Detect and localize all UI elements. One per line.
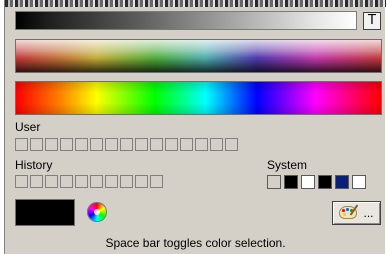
system-label: System (267, 158, 308, 172)
user-swatch[interactable] (210, 138, 223, 151)
status-hint-text: Space bar toggles color selection. (105, 236, 286, 250)
user-swatch[interactable] (30, 138, 43, 151)
grayscale-ramp[interactable] (15, 11, 357, 30)
user-swatch[interactable] (75, 138, 88, 151)
history-swatch[interactable] (150, 175, 163, 188)
history-swatch[interactable] (105, 175, 118, 188)
user-swatch[interactable] (15, 138, 28, 151)
user-label: User (15, 120, 41, 134)
history-swatch[interactable] (120, 175, 133, 188)
user-swatch[interactable] (165, 138, 178, 151)
system-swatch[interactable] (267, 175, 281, 189)
system-swatch[interactable] (284, 175, 298, 189)
system-swatch-row (267, 175, 366, 189)
history-swatch[interactable] (75, 175, 88, 188)
user-swatch[interactable] (45, 138, 58, 151)
user-swatch[interactable] (60, 138, 73, 151)
muted-spectrum-bar[interactable] (15, 39, 382, 73)
user-swatch[interactable] (150, 138, 163, 151)
user-swatch[interactable] (225, 138, 238, 151)
user-swatch-row (15, 138, 238, 151)
current-color-swatch[interactable] (15, 199, 75, 226)
history-swatch[interactable] (60, 175, 73, 188)
palette-ellipsis: ... (363, 206, 374, 220)
history-label: History (15, 158, 53, 172)
history-swatch[interactable] (135, 175, 148, 188)
palette-icon (339, 204, 361, 220)
user-swatch[interactable] (90, 138, 103, 151)
user-swatch[interactable] (120, 138, 133, 151)
color-wheel-icon[interactable] (87, 202, 107, 222)
system-swatch[interactable] (301, 175, 315, 189)
history-swatch[interactable] (90, 175, 103, 188)
history-swatch[interactable] (15, 175, 28, 188)
palette-button[interactable]: ... (332, 201, 381, 225)
top-pattern-strip (5, 0, 386, 7)
history-swatch-row (15, 175, 163, 188)
hue-spectrum-bar[interactable] (15, 81, 382, 115)
system-swatch[interactable] (335, 175, 349, 189)
system-swatch[interactable] (352, 175, 366, 189)
user-swatch[interactable] (135, 138, 148, 151)
history-swatch[interactable] (45, 175, 58, 188)
user-swatch[interactable] (180, 138, 193, 151)
user-swatch[interactable] (105, 138, 118, 151)
muted-spectrum-shade (16, 40, 381, 72)
history-swatch[interactable] (30, 175, 43, 188)
text-toggle-button[interactable]: T (363, 12, 381, 30)
color-picker-panel: T User History System ... Space bar togg… (4, 0, 386, 254)
hue-spectrum-shade (16, 82, 381, 114)
user-swatch[interactable] (195, 138, 208, 151)
system-swatch[interactable] (318, 175, 332, 189)
